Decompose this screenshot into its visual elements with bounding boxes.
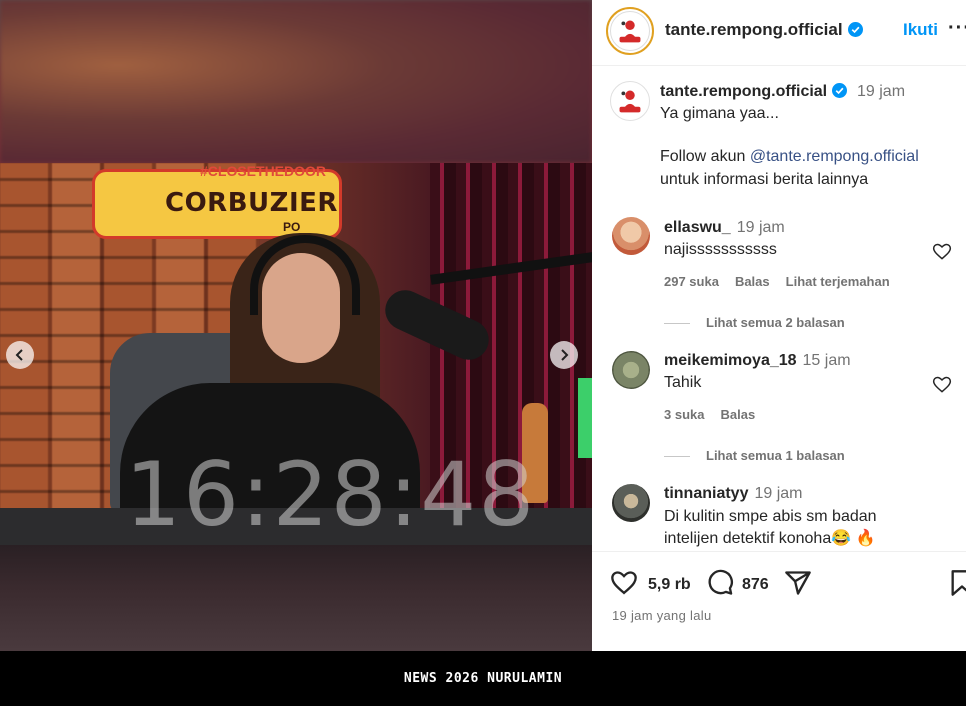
comment-icon[interactable] [706,569,734,597]
verified-icon [832,83,848,98]
view-replies-button[interactable]: Lihat semua 1 balasan [664,448,845,463]
commenter-avatar[interactable] [612,484,650,522]
caption-username[interactable]: tante.rempong.official [660,83,848,101]
comment-username[interactable]: ellaswu_ 19 jam [664,219,785,237]
comment-text-line1: Di kulitin smpe abis sm badan [664,508,877,525]
share-icon[interactable] [784,569,812,597]
timestamp-overlay: 16:28:48 [125,443,537,545]
sign-tag: #CLOSETHEDOOR [200,163,327,179]
comment-time: 15 jam [802,352,851,369]
comment-meta: 297 suka Balas Lihat terjemahan [664,274,906,289]
watermark-bar: NEWS 2026 NURULAMIN [0,651,966,706]
mention-link[interactable]: @tante.rempong.official [750,148,919,165]
heart-icon[interactable] [932,242,952,262]
post-header: tante.rempong.official Ikuti ··· [592,0,966,66]
caption-text-line2: Follow akun @tante.rempong.official [660,148,919,165]
comments-list[interactable]: tante.rempong.official 19 jam Ya gimana … [592,67,966,551]
post-sidebar: tante.rempong.official Ikuti ··· tante.r… [592,0,966,651]
account-logo-icon [619,20,641,43]
likes-count[interactable]: 5,9 rb [648,576,691,594]
header-username[interactable]: tante.rempong.official [665,20,863,40]
comment-text-line2: intelijen detektif konoha😂 🔥 [664,530,876,547]
caption-avatar[interactable] [610,81,650,121]
comment-text: najisssssssssss [664,241,777,258]
reply-button[interactable]: Balas [720,407,755,422]
commenter-avatar[interactable] [612,217,650,255]
previous-button[interactable] [6,341,34,369]
profile-avatar[interactable] [606,7,654,55]
comment-meta: 3 suka Balas [664,407,771,422]
posted-time[interactable]: 19 jam yang lalu [612,608,711,623]
comment-text: Tahik [664,374,702,391]
sign-title: CORBUZIER [165,188,338,218]
view-replies-button[interactable]: Lihat semua 2 balasan [664,315,845,330]
reply-button[interactable]: Balas [735,274,770,289]
chevron-left-icon [15,349,23,361]
follow-button[interactable]: Ikuti [903,20,938,40]
comments-count[interactable]: 876 [742,576,769,594]
video-blur-bottom [0,545,592,651]
next-button[interactable] [550,341,578,369]
green-light [578,378,592,458]
comment-likes[interactable]: 3 suka [664,407,704,422]
video-blur-top [0,0,592,163]
caption-text-line1: Ya gimana yaa... [660,105,779,122]
chevron-right-icon [561,349,569,361]
verified-icon [847,22,863,37]
more-options-icon[interactable]: ··· [948,17,966,40]
caption-text-line3: untuk informasi berita lainnya [660,171,869,188]
comment-username[interactable]: meikemimoya_18 15 jam [664,352,851,370]
comment-username[interactable]: tinnaniatyy 19 jam [664,485,803,503]
comment-likes[interactable]: 297 suka [664,274,719,289]
comment-time: 19 jam [754,485,803,502]
heart-icon[interactable] [932,375,952,395]
caption-time: 19 jam [857,83,906,100]
like-heart-icon[interactable] [610,569,638,597]
video-frame: #CLOSETHEDOOR CORBUZIER PO 16:28:48 [0,163,592,545]
save-bookmark-icon[interactable] [948,569,966,597]
comment-time: 19 jam [736,219,785,236]
watermark-text: NEWS 2026 NURULAMIN [403,671,563,686]
translate-button[interactable]: Lihat terjemahan [786,274,890,289]
post-media[interactable]: #CLOSETHEDOOR CORBUZIER PO 16:28:48 [0,0,592,651]
post-actions: 5,9 rb 876 19 jam yang lalu [592,551,966,651]
commenter-avatar[interactable] [612,351,650,389]
account-logo-icon [619,90,641,113]
sign-sub: PO [283,220,301,234]
